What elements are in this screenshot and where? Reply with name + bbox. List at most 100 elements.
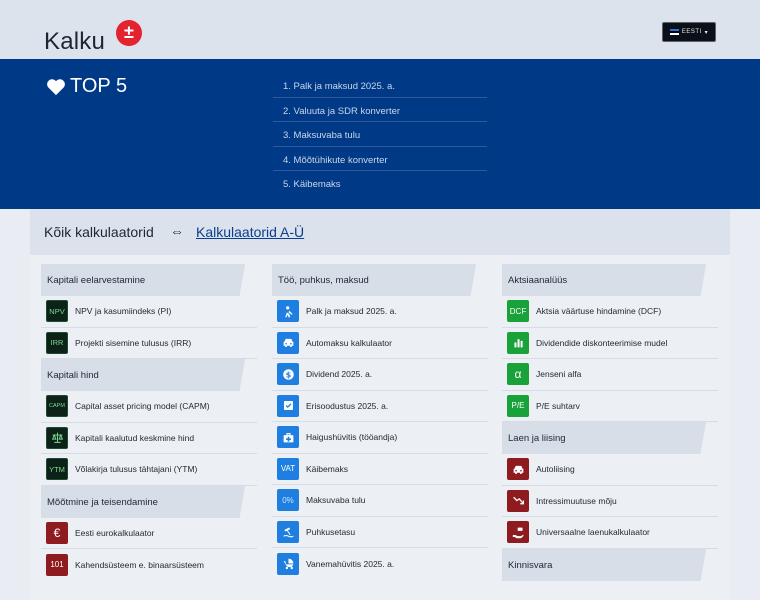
npv-icon: NPV xyxy=(46,300,68,323)
checkbox-icon xyxy=(277,394,299,417)
irr-icon: IRR xyxy=(46,331,68,354)
svg-text:$: $ xyxy=(285,369,291,379)
item-label: Dividendide diskonteerimise mudel xyxy=(536,337,668,348)
list-item[interactable]: P/E P/E suhtarv xyxy=(502,391,718,422)
item-label: Aktsia väärtuse hindamine (DCF) xyxy=(536,306,662,317)
list-item[interactable]: Puhkusetasu xyxy=(272,517,488,548)
top5-item-1[interactable]: 1. Palk ja maksud 2025. a. xyxy=(273,73,487,98)
euro-icon: € xyxy=(46,521,68,544)
section-title: Laen ja liising xyxy=(508,433,566,444)
list-item[interactable]: YTM Võlakirja tulusus tähtajani (YTM) xyxy=(41,454,257,486)
logo-text[interactable]: Kalku xyxy=(44,28,105,56)
section-title: Kinnisvara xyxy=(508,559,553,571)
item-label: Vanemahüvitis 2025. a. xyxy=(306,558,395,569)
item-label: Erisoodustus 2025. a. xyxy=(306,400,389,411)
section-header: Aktsiaanalüüs xyxy=(502,264,718,296)
section-title: Aktsiaanalüüs xyxy=(508,275,568,286)
top5-list: 1. Palk ja maksud 2025. a. 2. Valuuta ja… xyxy=(273,73,487,196)
top5-item-4[interactable]: 4. Mõõtühikute konverter xyxy=(273,147,487,171)
list-item[interactable]: Automaksu kalkulaator xyxy=(272,328,488,359)
zero-percent-icon: 0% xyxy=(277,489,299,512)
item-label: Projekti sisemine tulusus (IRR) xyxy=(75,337,192,348)
car-icon xyxy=(277,331,299,354)
vat-icon: VAT xyxy=(277,457,299,480)
item-label: Automaksu kalkulaator xyxy=(306,337,392,348)
stroller-icon xyxy=(277,552,299,575)
section-header: Mõõtmine ja teisendamine xyxy=(41,485,257,518)
bar-chart-icon xyxy=(507,331,529,354)
list-item[interactable]: Universaalne laenukalkulaator xyxy=(502,517,718,549)
dcf-icon: DCF xyxy=(507,300,529,323)
alpha-icon: α xyxy=(507,363,529,386)
item-label: P/E suhtarv xyxy=(536,400,580,411)
calculators-a-z-link[interactable]: Kalkulaatorid A-Ü xyxy=(196,224,304,240)
item-label: NPV ja kasumiindeks (PI) xyxy=(75,306,172,317)
item-label: Kahendsüsteem e. binaarsüsteem xyxy=(75,559,204,570)
list-item[interactable]: IRR Projekti sisemine tulusus (IRR) xyxy=(41,328,257,359)
item-label: Jenseni alfa xyxy=(536,369,582,380)
medkit-icon xyxy=(277,426,299,449)
top-bar: Kalku ± EESTI ▾ xyxy=(0,0,760,59)
scales-icon xyxy=(46,426,68,449)
hand-money-icon xyxy=(507,521,529,544)
list-item[interactable]: Intressimuutuse mõju xyxy=(502,486,718,517)
language-selector[interactable]: EESTI ▾ xyxy=(662,22,716,42)
swap-arrow-icon: ⇔ xyxy=(170,223,184,239)
item-label: Kapitali kaalutud keskmine hind xyxy=(75,432,195,443)
list-item[interactable]: VAT Käibemaks xyxy=(272,454,488,485)
panel-title: Kõik kalkulaatorid xyxy=(44,224,154,240)
list-item[interactable]: Autoliising xyxy=(502,454,718,486)
top5-banner: TOP 5 1. Palk ja maksud 2025. a. 2. Valu… xyxy=(0,59,760,209)
item-label: Puhkusetasu xyxy=(306,526,356,537)
list-item[interactable]: Erisoodustus 2025. a. xyxy=(272,391,488,422)
dollar-icon: $ xyxy=(277,363,299,386)
list-item[interactable]: Kapitali kaalutud keskmine hind xyxy=(41,423,257,454)
panel-header: Kõik kalkulaatorid ⇔ Kalkulaatorid A-Ü xyxy=(30,209,730,255)
list-item[interactable]: € Eesti eurokalkulaator xyxy=(41,518,257,549)
list-item[interactable]: Vanemahüvitis 2025. a. xyxy=(272,548,488,580)
list-item[interactable]: 101 Kahendsüsteem e. binaarsüsteem xyxy=(41,549,257,581)
column-1: Kapitali eelarvestamine NPV NPV ja kasumi… xyxy=(41,264,257,581)
heart-icon xyxy=(47,78,65,95)
item-label: Käibemaks xyxy=(306,463,349,474)
item-label: Maksuvaba tulu xyxy=(306,495,366,506)
item-label: Autoliising xyxy=(536,464,575,475)
list-item[interactable]: α Jenseni alfa xyxy=(502,359,718,391)
list-item[interactable]: Haigushüvitis (tööandja) xyxy=(272,422,488,454)
language-label: EESTI xyxy=(681,29,702,35)
list-item[interactable]: DCF Aktsia väärtuse hindamine (DCF) xyxy=(502,296,718,328)
item-label: Palk ja maksud 2025. a. xyxy=(306,306,397,317)
top5-item-2[interactable]: 2. Valuuta ja SDR konverter xyxy=(273,98,487,122)
top5-title: TOP 5 xyxy=(70,75,128,97)
binary-icon: 101 xyxy=(46,553,68,576)
section-title: Töö, puhkus, maksud xyxy=(278,275,369,286)
ytm-icon: YTM xyxy=(46,458,68,481)
item-label: Capital asset pricing model (CAPM) xyxy=(75,401,210,412)
list-item[interactable]: 0% Maksuvaba tulu xyxy=(272,485,488,517)
list-item[interactable]: $ Dividend 2025. a. xyxy=(272,359,488,391)
top5-heading: TOP 5 xyxy=(46,75,127,98)
item-label: Haigushüvitis (tööandja) xyxy=(306,432,398,443)
list-item[interactable]: Palk ja maksud 2025. a. xyxy=(272,296,488,328)
column-3: Aktsiaanalüüs DCF Aktsia väärtuse hindami… xyxy=(502,264,718,581)
car-icon xyxy=(507,458,529,481)
top5-item-3[interactable]: 3. Maksuvaba tulu xyxy=(273,122,487,147)
list-item[interactable]: Dividendide diskonteerimise mudel xyxy=(502,328,718,359)
section-header: Töö, puhkus, maksud xyxy=(272,264,488,296)
item-label: Eesti eurokalkulaator xyxy=(75,527,155,538)
beach-icon xyxy=(277,520,299,543)
item-label: Dividend 2025. a. xyxy=(306,369,373,380)
list-item[interactable]: CAPM Capital asset pricing model (CAPM) xyxy=(41,391,257,423)
section-header: Laen ja liising xyxy=(502,422,718,454)
trend-down-icon xyxy=(507,489,529,512)
section-title: Mõõtmine ja teisendamine xyxy=(47,496,158,508)
item-label: Võlakirja tulusus tähtajani (YTM) xyxy=(75,464,198,475)
item-label: Universaalne laenukalkulaator xyxy=(536,527,650,538)
list-item[interactable]: NPV NPV ja kasumiindeks (PI) xyxy=(41,296,257,328)
item-label: Intressimuutuse mõju xyxy=(536,495,617,506)
section-title: Kapitali eelarvestamine xyxy=(47,275,146,286)
estonian-flag-icon xyxy=(669,29,679,35)
logo-plus-minus-icon[interactable]: ± xyxy=(116,20,142,46)
top5-item-5[interactable]: 5. Käibemaks xyxy=(273,171,487,196)
worker-icon xyxy=(277,300,299,323)
